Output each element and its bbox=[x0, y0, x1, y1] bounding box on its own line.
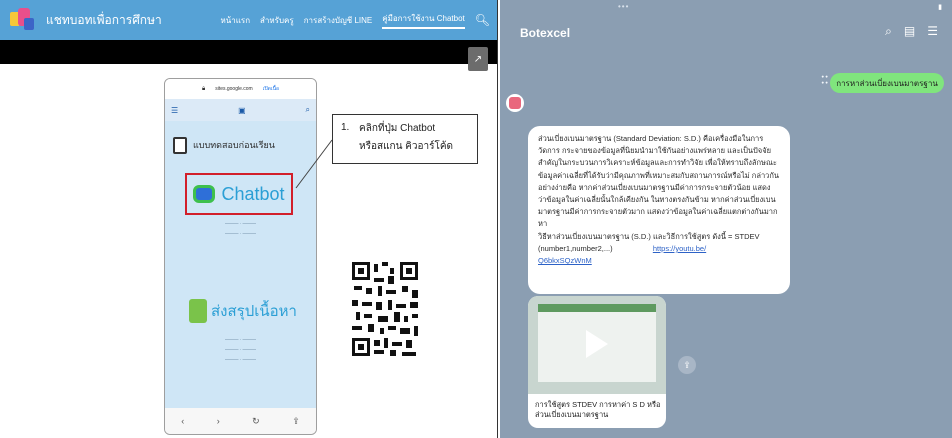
video-title: การใช้สูตร STDEV การหาค่า S D หรือส่วนเบ… bbox=[535, 400, 661, 419]
status-bar: ••• ▮ bbox=[500, 0, 952, 16]
bot-text-line: ส่วนเบี่ยงเบนมาตรฐาน (Standard Deviation… bbox=[538, 134, 764, 143]
callout-number: 1. bbox=[341, 122, 350, 133]
composite-screenshot: แชทบอทเพื่อการศึกษา หน้าแรก สำหรับครู กา… bbox=[0, 0, 952, 438]
video-thumbnail[interactable] bbox=[528, 296, 666, 394]
more-dots-icon: ••• bbox=[618, 2, 630, 11]
share-icon[interactable]: ⇪ bbox=[678, 356, 696, 374]
bot-text-line: ข้อมูลค่าเฉลี่ยที่ได้รับว่ามีคุณภาพที่เห… bbox=[538, 170, 780, 180]
bot-link-line: Q6bkxSQzWnM bbox=[538, 255, 780, 267]
read-timestamp: ● ● ● ● bbox=[821, 74, 828, 85]
bot-text-line: หา bbox=[538, 219, 548, 229]
bot-text-line: ว่าข้อมูลในค่าเฉลี่ยนั้นใกล้เคียงกัน ในท… bbox=[538, 195, 776, 205]
callout-connector bbox=[295, 139, 333, 189]
bot-text-line: สำคัญในกระบวนการวิเคราะห์ข้อมูลและการทำว… bbox=[538, 158, 777, 168]
notes-icon[interactable]: ▤ bbox=[904, 24, 915, 39]
user-message-bubble[interactable]: การหาส่วนเบี่ยงเบนมาตรฐาน bbox=[830, 73, 944, 93]
bot-formula: (number1,number2,...) bbox=[538, 243, 613, 253]
play-icon[interactable] bbox=[586, 330, 608, 358]
bot-avatar[interactable] bbox=[506, 94, 524, 112]
robot-icon bbox=[509, 97, 521, 109]
instruction-callout: 1. คลิกที่ปุ่ม Chatbot หรือสแกน คิวอาร์โ… bbox=[332, 114, 478, 164]
bot-message-bubble[interactable]: ส่วนเบี่ยงเบนมาตรฐาน (Standard Deviation… bbox=[528, 126, 790, 294]
menu-icon[interactable]: ☰ bbox=[927, 24, 938, 39]
chat-title[interactable]: Botexcel bbox=[520, 26, 570, 40]
callout-line-1: คลิกที่ปุ่ม Chatbot bbox=[359, 123, 436, 134]
chat-header: Botexcel ⌕ ▤ ☰ bbox=[500, 16, 952, 56]
video-preview-card[interactable]: การใช้สูตร STDEV การหาค่า S D หรือส่วนเบ… bbox=[528, 296, 666, 428]
bot-text-line: มาตรฐานมีค่าการกระจายตัวมาก แสดงว่าข้อมู… bbox=[538, 207, 778, 217]
search-icon[interactable]: ⌕ bbox=[885, 24, 892, 39]
line-chat-panel: ••• ▮ Botexcel ⌕ ▤ ☰ ● ● ● ● การหาส่วนเบี… bbox=[500, 0, 952, 438]
bot-text-line: วิธีหาส่วนเบี่ยงเบนมาตรฐาน (S.D.) และวิธ… bbox=[538, 231, 760, 241]
bot-text-line: อย่างง่ายคือ หากค่าส่วนเบี่ยงเบนมาตรฐานม… bbox=[538, 182, 771, 192]
bot-text-line: วัดการ กระจายของข้อมูลที่นิยมนำมาใช้กันอ… bbox=[538, 146, 771, 156]
website-panel: แชทบอทเพื่อการศึกษา หน้าแรก สำหรับครู กา… bbox=[0, 0, 498, 438]
callout-line-2: หรือสแกน คิวอาร์โค้ด bbox=[359, 141, 454, 152]
battery-icon: ▮ bbox=[938, 4, 942, 11]
chat-header-icons: ⌕ ▤ ☰ bbox=[885, 24, 938, 39]
bot-formula-line: (number1,number2,...) https://youtu.be/ bbox=[538, 243, 780, 255]
youtube-link-id[interactable]: Q6bkxSQzWnM bbox=[538, 256, 592, 265]
spreadsheet-header bbox=[538, 304, 656, 312]
qr-code-icon[interactable] bbox=[350, 260, 420, 358]
youtube-link[interactable]: https://youtu.be/ bbox=[653, 244, 706, 253]
